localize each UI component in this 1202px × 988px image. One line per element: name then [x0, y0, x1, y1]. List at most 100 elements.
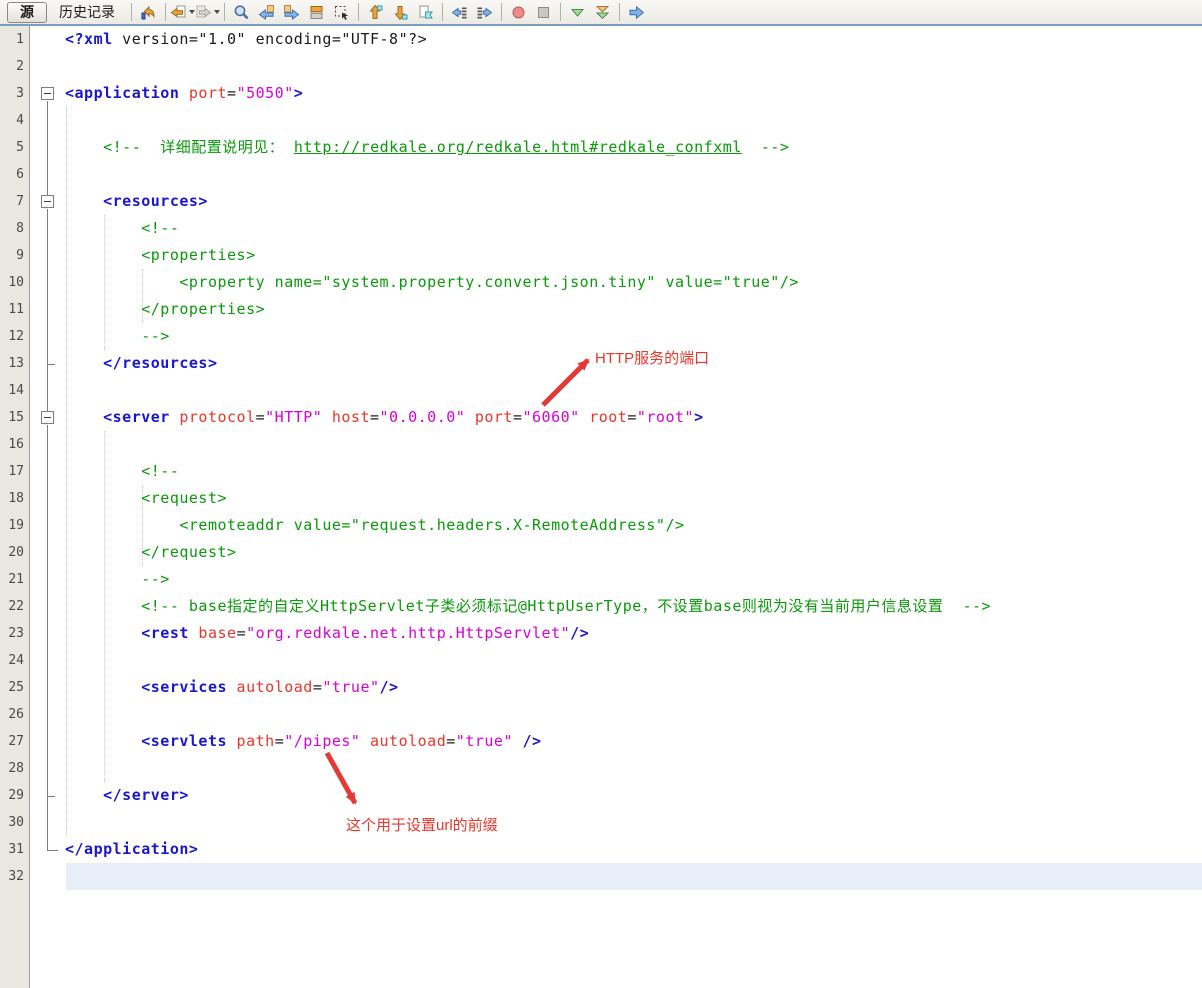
- minus-glyph: [44, 417, 51, 418]
- code-line[interactable]: -->: [31, 566, 1202, 593]
- token-value: "HTTP": [265, 408, 322, 426]
- stop-macro-recording-icon: [535, 4, 552, 21]
- code-line[interactable]: </server>: [31, 782, 1202, 809]
- code-line[interactable]: </application>: [31, 836, 1202, 863]
- code-line[interactable]: <!-- base指定的自定义HttpServlet子类必须标记@HttpUse…: [31, 593, 1202, 620]
- token-tag: <application: [65, 84, 179, 102]
- token-tag: <servlets: [141, 732, 227, 750]
- forward-button[interactable]: [196, 2, 219, 23]
- token-value: "org.redkale.net.http.HttpServlet": [246, 624, 570, 642]
- line-number: 30: [0, 809, 29, 836]
- line-number: 20: [0, 539, 29, 566]
- token-comment: </properties>: [141, 300, 265, 318]
- token-comment: <request>: [141, 489, 227, 507]
- stop-macro-recording-button[interactable]: [532, 2, 555, 23]
- line-number: 12: [0, 323, 29, 350]
- code-line[interactable]: <!--: [31, 215, 1202, 242]
- code-line[interactable]: [31, 431, 1202, 458]
- token-tag: </application>: [65, 840, 198, 858]
- code-line[interactable]: -->: [31, 323, 1202, 350]
- toolbar-separator: [442, 3, 443, 21]
- code-line[interactable]: [31, 53, 1202, 80]
- collapse-fold-button[interactable]: [566, 2, 589, 23]
- code-line[interactable]: <remoteaddr value="request.headers.X-Rem…: [31, 512, 1202, 539]
- code-line[interactable]: <rest base="org.redkale.net.http.HttpSer…: [31, 620, 1202, 647]
- token-comment: -->: [141, 570, 170, 588]
- last-edit-position-button[interactable]: [137, 2, 160, 23]
- previous-bookmark-button[interactable]: [364, 2, 387, 23]
- code-line[interactable]: </request>: [31, 539, 1202, 566]
- code-line[interactable]: [31, 809, 1202, 836]
- code-line[interactable]: <properties>: [31, 242, 1202, 269]
- fold-collapse-box[interactable]: [41, 195, 54, 208]
- collapse-all-folds-icon: [594, 4, 611, 21]
- token-attr: port: [465, 408, 513, 426]
- start-macro-recording-button[interactable]: [507, 2, 530, 23]
- forward-icon: [195, 4, 212, 21]
- code-line[interactable]: <servlets path="/pipes" autoload="true" …: [31, 728, 1202, 755]
- line-number: 6: [0, 161, 29, 188]
- token-tag: />: [513, 732, 542, 750]
- tab-source-label: 源: [20, 3, 34, 22]
- code-line[interactable]: [31, 377, 1202, 404]
- token-value: "root": [637, 408, 694, 426]
- code-line[interactable]: <application port="5050">: [31, 80, 1202, 107]
- line-number: 8: [0, 215, 29, 242]
- shift-line-right-icon: [476, 4, 493, 21]
- find-next-occurrence-button[interactable]: [280, 2, 303, 23]
- code-line[interactable]: [31, 863, 1202, 890]
- toggle-highlight-search-button[interactable]: [305, 2, 328, 23]
- line-number: 28: [0, 755, 29, 782]
- find-selection-button[interactable]: [230, 2, 253, 23]
- code-line[interactable]: [31, 161, 1202, 188]
- fold-collapse-box[interactable]: [41, 411, 54, 424]
- code-line[interactable]: <request>: [31, 485, 1202, 512]
- toolbar-separator: [501, 3, 502, 21]
- line-number: 10: [0, 269, 29, 296]
- code-line[interactable]: <!-- 详细配置说明见： http://redkale.org/redkale…: [31, 134, 1202, 161]
- find-previous-occurrence-button[interactable]: [255, 2, 278, 23]
- line-number: 23: [0, 620, 29, 647]
- shift-line-left-icon: [451, 4, 468, 21]
- code-line[interactable]: <property name="system.property.convert.…: [31, 269, 1202, 296]
- code-line[interactable]: <?xml version="1.0" encoding="UTF-8"?>: [31, 26, 1202, 53]
- toggle-bookmark-icon: [417, 4, 434, 21]
- tab-history[interactable]: 历史记录: [47, 2, 127, 23]
- code-line[interactable]: <services autoload="true"/>: [31, 674, 1202, 701]
- code-line[interactable]: </properties>: [31, 296, 1202, 323]
- code-line[interactable]: <resources>: [31, 188, 1202, 215]
- token-tag: <server: [103, 408, 170, 426]
- token-attr: base: [189, 624, 237, 642]
- toggle-bookmark-button[interactable]: [414, 2, 437, 23]
- next-bookmark-icon: [392, 4, 409, 21]
- line-number: 22: [0, 593, 29, 620]
- token-attr: path: [227, 732, 275, 750]
- code-line[interactable]: [31, 755, 1202, 782]
- next-bookmark-button[interactable]: [389, 2, 412, 23]
- token-comment: <!--: [141, 462, 179, 480]
- toolbar-separator: [358, 3, 359, 21]
- run-to-cursor-button[interactable]: [625, 2, 648, 23]
- rectangular-selection-button[interactable]: [330, 2, 353, 23]
- dropdown-caret-icon[interactable]: [214, 10, 220, 14]
- code-line[interactable]: <!--: [31, 458, 1202, 485]
- token-comment: -->: [742, 138, 790, 156]
- shift-line-right-button[interactable]: [473, 2, 496, 23]
- line-number: 32: [0, 863, 29, 890]
- code-line[interactable]: <server protocol="HTTP" host="0.0.0.0" p…: [31, 404, 1202, 431]
- collapse-all-folds-button[interactable]: [591, 2, 614, 23]
- collapse-fold-icon: [569, 4, 586, 21]
- code-line[interactable]: [31, 647, 1202, 674]
- code-editor-area[interactable]: <?xml version="1.0" encoding="UTF-8"?> <a…: [31, 26, 1202, 988]
- token-xmlpi: <?xml: [65, 30, 113, 48]
- back-button[interactable]: [171, 2, 194, 23]
- code-line[interactable]: [31, 701, 1202, 728]
- tab-source[interactable]: 源: [7, 2, 47, 23]
- code-line[interactable]: </resources>: [31, 350, 1202, 377]
- code-line[interactable]: [31, 107, 1202, 134]
- shift-line-left-button[interactable]: [448, 2, 471, 23]
- token-comment: <property name="system.property.convert.…: [179, 273, 799, 291]
- token-value: "true": [456, 732, 513, 750]
- fold-collapse-box[interactable]: [41, 87, 54, 100]
- back-icon: [170, 4, 187, 21]
